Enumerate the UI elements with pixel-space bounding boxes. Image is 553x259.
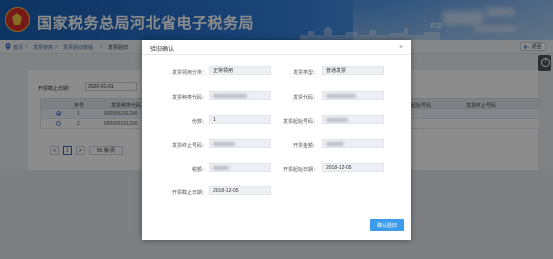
- redacted-value: [213, 166, 229, 170]
- amount-field: [322, 139, 384, 148]
- invoice-category-label: 发票领用分类：: [171, 70, 207, 76]
- redacted-value: [326, 118, 348, 122]
- count-label: 份数：: [191, 119, 207, 125]
- end-date-label: 开票截止日期：: [171, 190, 207, 196]
- start-no-field: [322, 115, 384, 124]
- invoice-code-field: [322, 91, 384, 100]
- redacted-value: [213, 142, 235, 146]
- end-date-field: 2018-12-05: [209, 186, 271, 195]
- dialog-divider: [142, 54, 411, 55]
- start-date-field: 2018-12-05: [322, 163, 384, 172]
- type-code-label: 发票种类代码：: [171, 95, 207, 101]
- end-no-label: 发票终止号码：: [171, 143, 207, 149]
- dialog-title: 验旧确认: [150, 47, 175, 53]
- redacted-value: [326, 142, 344, 146]
- invoice-type-label: 发票类型：: [292, 70, 318, 76]
- invoice-type-field: 普通发票: [322, 66, 384, 75]
- invoice-code-label: 发票代码：: [292, 95, 318, 101]
- start-date-label: 开票起始日期：: [282, 167, 318, 173]
- verify-confirm-dialog: 验旧确认 × 发票领用分类： 正常领用 发票类型： 普通发票 发票种类代码： 发…: [142, 40, 411, 240]
- redacted-value: [326, 94, 356, 98]
- close-icon[interactable]: ×: [399, 44, 403, 51]
- confirm-verify-button[interactable]: 确认验旧: [370, 219, 404, 231]
- start-no-label: 发票起始号码：: [282, 119, 318, 125]
- amount-label: 开票金额：: [292, 143, 318, 149]
- redacted-value: [213, 94, 247, 98]
- tax-label: 税额：: [191, 167, 207, 173]
